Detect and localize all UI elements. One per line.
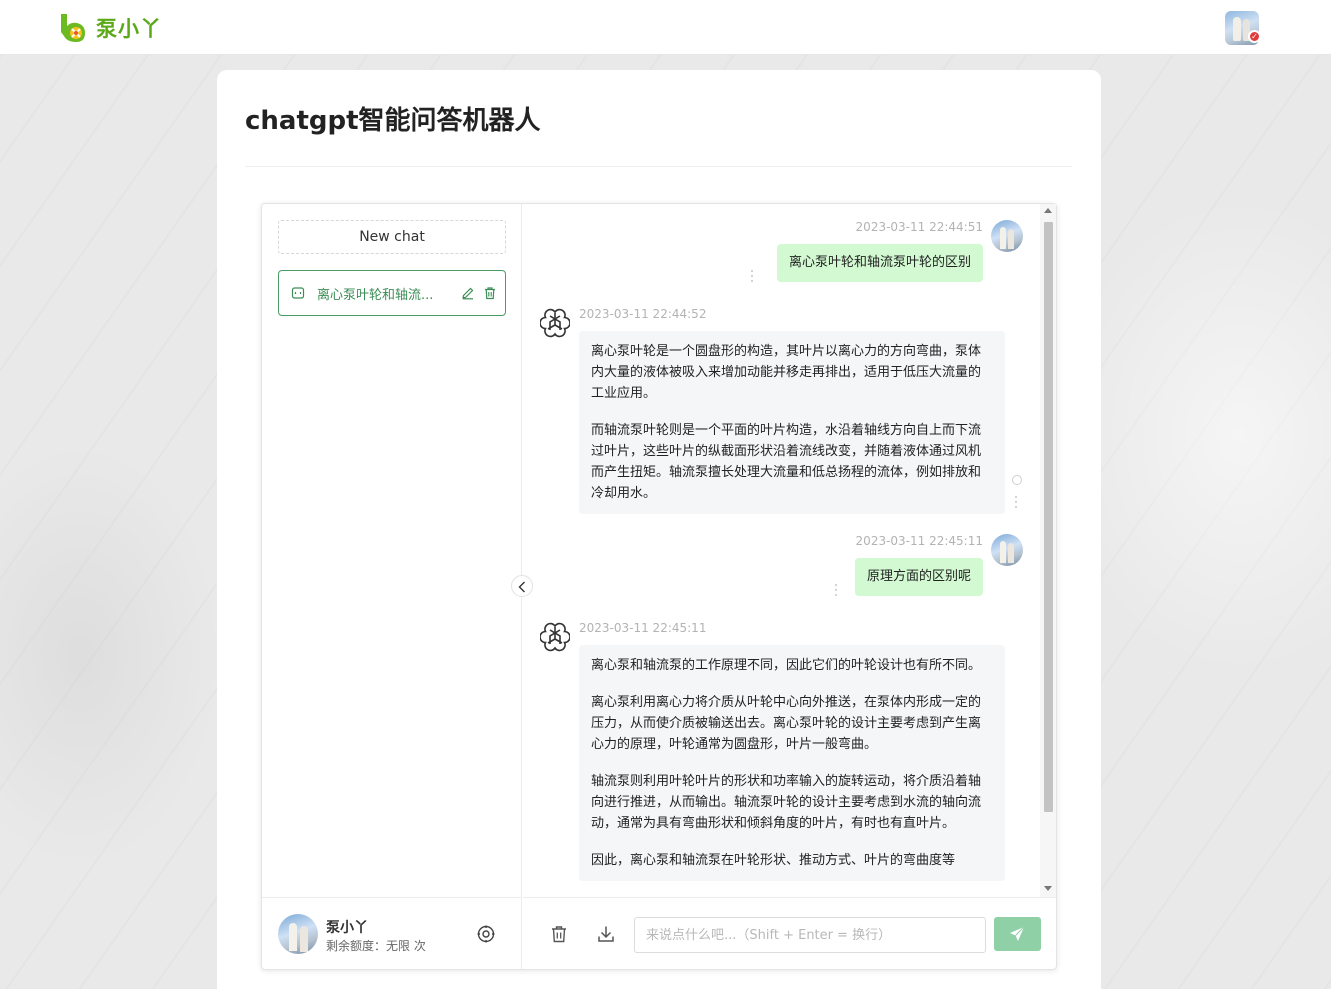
title-divider bbox=[245, 166, 1072, 167]
scroll-up-icon[interactable] bbox=[1044, 208, 1052, 213]
trash-icon[interactable] bbox=[549, 924, 569, 944]
openai-logo-icon bbox=[540, 622, 570, 652]
notification-badge-icon: ✓ bbox=[1248, 30, 1261, 43]
avatar-figure bbox=[1000, 541, 1006, 563]
assistant-paragraph: 而轴流泵叶轮则是一个平面的叶片构造，水沿着轴线方向自上而下流过叶片，这些叶片的纵… bbox=[591, 423, 982, 501]
new-chat-button[interactable]: New chat bbox=[278, 220, 506, 254]
message-list: 2023-03-11 22:44:51 离心泵叶轮和轴流泵叶轮的区别 2023-… bbox=[523, 204, 1056, 897]
download-icon[interactable] bbox=[596, 924, 616, 944]
chat-bubble-icon bbox=[291, 287, 305, 299]
avatar-figure bbox=[1233, 17, 1241, 41]
account-avatar[interactable]: ✓ bbox=[1225, 11, 1261, 45]
assistant-paragraph: 离心泵叶轮是一个圆盘形的构造，其叶片以离心力的方向弯曲，泵体内大量的液体被吸入来… bbox=[591, 344, 982, 401]
chat-sidebar: New chat 离心泵叶轮和轴流... 泵小丫 剩余额度：无限 次 bbox=[262, 204, 522, 969]
message-timestamp: 2023-03-11 22:45:11 bbox=[855, 534, 983, 548]
message-composer bbox=[523, 897, 1056, 969]
main-card: chatgpt智能问答机器人 New chat 离心泵叶轮和轴流... 泵小丫 … bbox=[217, 70, 1101, 989]
assistant-paragraph: 离心泵和轴流泵的工作原理不同，因此它们的叶轮设计也有所不同。 bbox=[591, 658, 982, 673]
message-scrollbar[interactable] bbox=[1040, 204, 1056, 897]
message-timestamp: 2023-03-11 22:45:11 bbox=[579, 621, 707, 635]
openai-logo-icon bbox=[540, 308, 570, 338]
delete-icon[interactable] bbox=[483, 286, 497, 300]
avatar-figure bbox=[289, 923, 297, 951]
brand-logo[interactable]: 泵小丫 bbox=[58, 10, 162, 46]
user-name: 泵小丫 bbox=[326, 920, 368, 936]
user-message-bubble: 离心泵叶轮和轴流泵叶轮的区别 bbox=[776, 244, 983, 282]
loading-indicator-icon bbox=[1012, 475, 1022, 485]
settings-icon[interactable] bbox=[476, 924, 496, 944]
page-title: chatgpt智能问答机器人 bbox=[245, 106, 541, 136]
message-more-icon[interactable] bbox=[834, 584, 838, 596]
user-message-avatar bbox=[991, 220, 1023, 252]
user-message-avatar bbox=[991, 534, 1023, 566]
assistant-message-bubble: 离心泵叶轮是一个圆盘形的构造，其叶片以离心力的方向弯曲，泵体内大量的液体被吸入来… bbox=[579, 331, 1005, 514]
assistant-paragraph: 因此，离心泵和轴流泵在叶轮形状、推动方式、叶片的弯曲度等 bbox=[591, 853, 956, 868]
edit-icon[interactable] bbox=[461, 286, 475, 300]
assistant-paragraph: 轴流泵则利用叶轮叶片的形状和功率输入的旋转运动，将介质沿着轴向进行推进，从而输出… bbox=[591, 774, 982, 831]
message-timestamp: 2023-03-11 22:44:51 bbox=[855, 220, 983, 234]
assistant-message-bubble: 离心泵和轴流泵的工作原理不同，因此它们的叶轮设计也有所不同。 离心泵利用离心力将… bbox=[579, 645, 1005, 881]
paper-plane-icon bbox=[1010, 926, 1025, 941]
avatar-figure bbox=[1008, 229, 1014, 249]
assistant-paragraph: 离心泵利用离心力将介质从叶轮中心向外推送，在泵体内形成一定的压力，从而使介质被输… bbox=[591, 695, 982, 752]
user-message-bubble: 原理方面的区别呢 bbox=[854, 558, 983, 596]
user-quota: 剩余额度：无限 次 bbox=[326, 939, 426, 953]
chat-window: New chat 离心泵叶轮和轴流... 泵小丫 剩余额度：无限 次 2023-… bbox=[261, 203, 1057, 970]
brand-name: 泵小丫 bbox=[96, 17, 162, 41]
message-more-icon[interactable] bbox=[1014, 496, 1018, 508]
chat-history-title: 离心泵叶轮和轴流... bbox=[317, 287, 434, 303]
message-more-icon[interactable] bbox=[750, 270, 754, 282]
logo-mark-icon bbox=[61, 14, 85, 42]
scroll-thumb[interactable] bbox=[1044, 222, 1053, 812]
user-panel: 泵小丫 剩余额度：无限 次 bbox=[262, 897, 521, 969]
avatar-figure bbox=[1008, 543, 1014, 563]
send-button[interactable] bbox=[994, 917, 1041, 951]
user-avatar[interactable] bbox=[278, 914, 318, 954]
avatar-figure bbox=[1000, 227, 1006, 249]
message-input[interactable] bbox=[634, 917, 986, 953]
avatar-figure bbox=[300, 926, 308, 952]
scroll-down-icon[interactable] bbox=[1044, 886, 1052, 891]
top-navbar: 泵小丫 ✓ bbox=[0, 0, 1331, 55]
message-timestamp: 2023-03-11 22:44:52 bbox=[579, 307, 707, 321]
chat-history-item[interactable]: 离心泵叶轮和轴流... bbox=[278, 270, 506, 316]
